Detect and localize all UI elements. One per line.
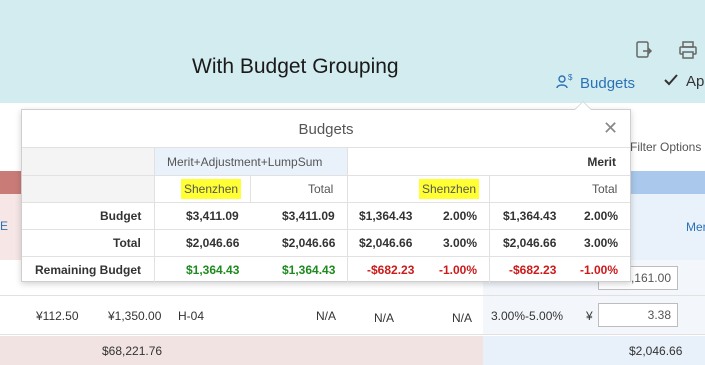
guideline-range-cell: 3.00%-5.00% xyxy=(491,309,564,323)
sheet-group-band-left xyxy=(0,171,22,194)
na-cell: N/A xyxy=(374,311,395,325)
approve-label: Ap xyxy=(686,73,705,90)
column-header-total: Total xyxy=(308,181,334,196)
budgets-popover: Budgets ✕ Merit+Adjustment+LumpSum Merit… xyxy=(21,102,631,283)
total-merit-cell: $2,046.66 xyxy=(629,344,683,358)
sheet-group-band-right xyxy=(630,171,705,194)
salary-cell: ¥112.50 xyxy=(36,309,79,323)
divider xyxy=(489,175,490,283)
print-icon[interactable] xyxy=(678,40,698,60)
row-label-total: Total xyxy=(113,235,141,250)
table-row: ¥112.50 ¥1,350.00 H-04 N/A N/A N/A 3.00%… xyxy=(0,297,705,335)
totals-left-area xyxy=(0,336,483,365)
divider xyxy=(347,148,348,283)
row-label-remaining-budget: Remaining Budget xyxy=(35,262,142,277)
cell-value: 3.00% xyxy=(584,235,619,250)
column-header-total: Total xyxy=(592,181,618,196)
cell-value: 2.00% xyxy=(584,208,619,223)
grade-cell: H-04 xyxy=(178,309,205,323)
export-icon[interactable] xyxy=(634,40,654,60)
cell-value: $2,046.66 xyxy=(359,235,413,250)
cell-value: $1,364.43 xyxy=(359,208,413,223)
divider xyxy=(250,175,251,202)
svg-text:$: $ xyxy=(568,73,573,82)
cell-value: $1,364.43 xyxy=(503,208,557,223)
merit-column-link[interactable]: Mer xyxy=(686,220,705,234)
divider xyxy=(154,148,155,283)
cell-value: $3,411.09 xyxy=(282,208,335,223)
row-label-budget: Budget xyxy=(100,208,142,223)
na-cell: N/A xyxy=(452,311,473,325)
popover-header: Budgets ✕ xyxy=(22,110,630,148)
merit-amount-input[interactable]: 3.38 xyxy=(598,303,678,327)
column-header-location: Shenzhen xyxy=(419,175,480,202)
check-icon xyxy=(664,73,678,90)
total-salary-cell: $68,221.76 xyxy=(102,344,163,358)
approve-button[interactable]: Ap xyxy=(664,73,704,90)
cell-value: $2,046.66 xyxy=(282,235,336,250)
page-title: With Budget Grouping xyxy=(192,55,399,78)
column-header-location: Shenzhen xyxy=(181,175,242,202)
cell-value-positive: $1,364.43 xyxy=(282,262,336,277)
currency-cell: ¥ xyxy=(586,309,593,323)
cell-value-negative: -$682.23 xyxy=(509,262,557,277)
group-header-merit-adjustment-lumpsum: Merit+Adjustment+LumpSum xyxy=(167,154,323,169)
group-header-merit-label: Merit xyxy=(587,154,616,169)
cell-value-negative: -$682.23 xyxy=(367,262,415,277)
cell-value: $2,046.66 xyxy=(186,235,240,250)
popover-arrow-fill xyxy=(575,102,591,110)
popover-title: Budgets xyxy=(298,121,354,138)
column-header-location-label: Shenzhen xyxy=(181,178,242,199)
cell-value-positive: $1,364.43 xyxy=(186,262,240,277)
cell-value-negative: -1.00% xyxy=(439,262,478,277)
close-icon[interactable]: ✕ xyxy=(603,118,618,139)
sheet-partial-letter: E xyxy=(0,219,9,233)
budgets-button[interactable]: $ Budgets xyxy=(556,73,635,93)
cell-value: 3.00% xyxy=(443,235,478,250)
filter-options-link[interactable]: Filter Options xyxy=(630,140,701,154)
cell-value-negative: -1.00% xyxy=(580,262,619,277)
totals-row: $68,221.76 $2,046.66 xyxy=(0,336,705,365)
na-cell: N/A xyxy=(316,309,337,323)
salary-total-cell: ¥1,350.00 xyxy=(108,309,162,323)
budgets-label: Budgets xyxy=(580,74,636,92)
cell-value: 2.00% xyxy=(443,208,478,223)
budget-user-icon: $ xyxy=(556,73,574,93)
cell-value: $2,046.66 xyxy=(503,235,557,250)
column-header-location-label: Shenzhen xyxy=(419,178,480,199)
cell-value: $3,411.09 xyxy=(186,208,239,223)
